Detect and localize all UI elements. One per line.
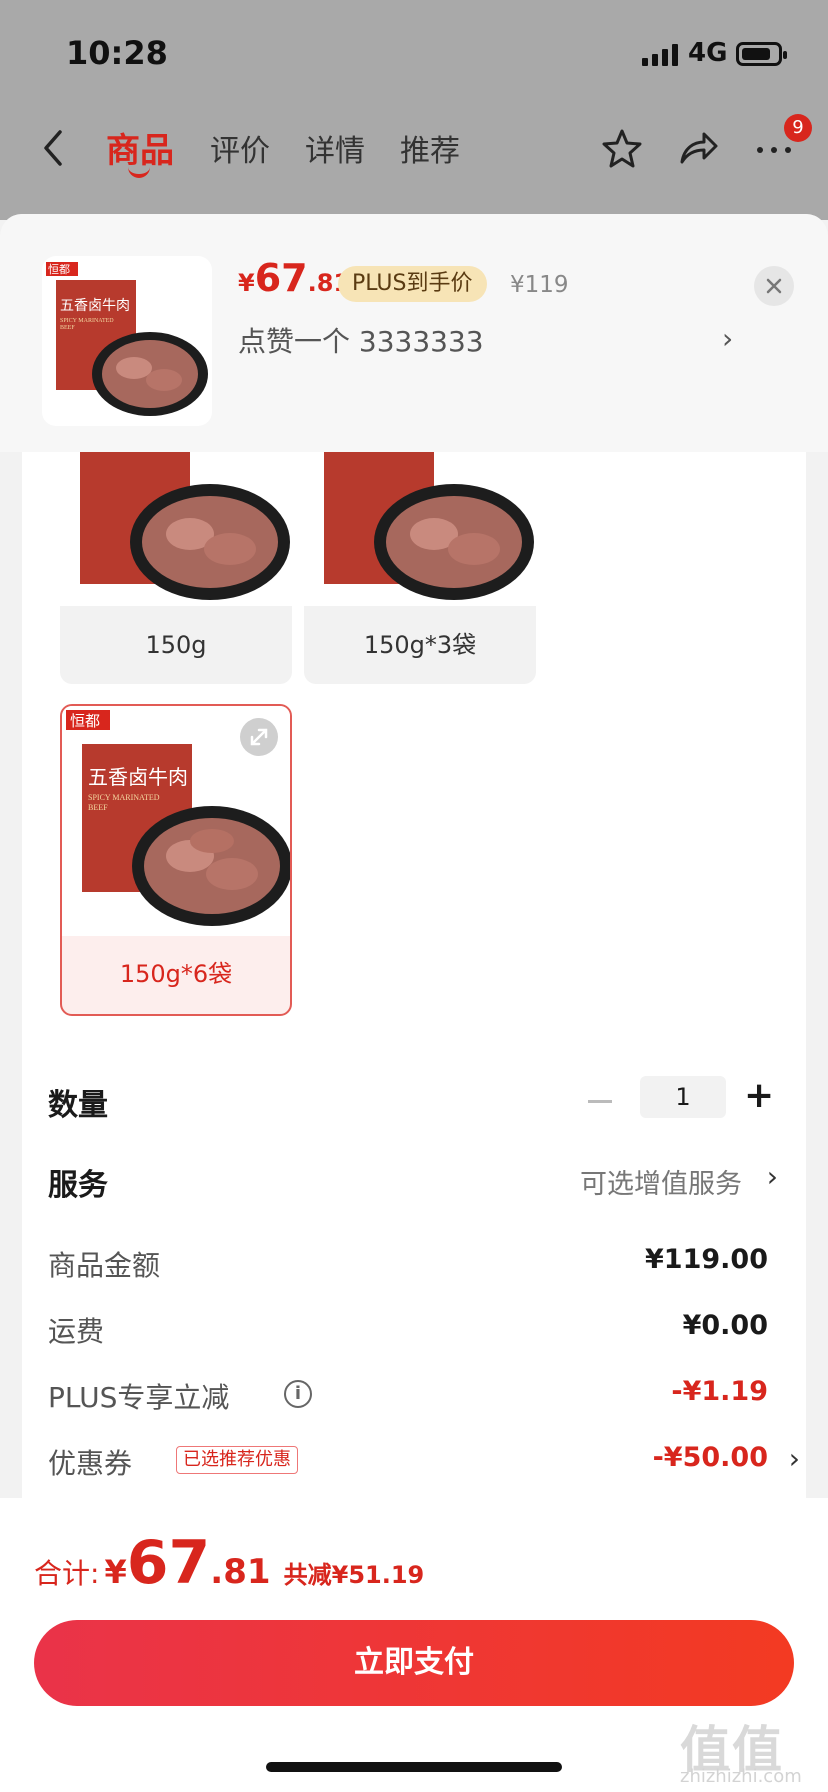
status-time: 10:28 bbox=[66, 34, 168, 72]
chevron-right-icon: › bbox=[722, 322, 734, 355]
total-amount: 合计: ¥67.81 共减¥51.19 bbox=[34, 1528, 424, 1598]
quantity-increase-button[interactable]: + bbox=[744, 1078, 774, 1114]
battery-icon bbox=[736, 42, 787, 66]
price-summary: 商品金额 ¥119.00 运费 ¥0.00 PLUS专享立减 i -¥1.19 … bbox=[22, 1214, 806, 1534]
purchase-sheet: 150g 150g*3袋 恒都 五香卤牛肉 SPICY MARINATED BE… bbox=[0, 214, 828, 1792]
currency-symbol: ¥ bbox=[238, 269, 255, 297]
plus-discount-value: -¥1.19 bbox=[671, 1376, 768, 1407]
total-discount: 共减¥51.19 bbox=[283, 1561, 425, 1589]
back-icon[interactable] bbox=[38, 126, 68, 170]
shipping-label: 运费 bbox=[48, 1315, 105, 1348]
plus-discount-label: PLUS专享立减 bbox=[48, 1381, 230, 1414]
quantity-decrease-button[interactable] bbox=[588, 1100, 612, 1103]
package-subtitle: SPICY MARINATED bbox=[60, 318, 114, 324]
quantity-label: 数量 bbox=[48, 1088, 108, 1123]
home-indicator bbox=[266, 1762, 562, 1772]
sheet-header: 恒都 五香卤牛肉 SPICY MARINATED BEEF ¥67.81 PLU… bbox=[0, 214, 828, 452]
service-label: 服务 bbox=[48, 1168, 108, 1203]
option-label: 150g*6袋 bbox=[119, 960, 233, 988]
active-tab-indicator bbox=[128, 166, 150, 178]
original-price: ¥119 bbox=[510, 272, 569, 298]
total-integer: 67 bbox=[126, 1528, 211, 1598]
brand-logo: 恒都 bbox=[70, 713, 100, 730]
goods-amount-row: 商品金额 ¥119.00 bbox=[48, 1244, 768, 1284]
service-row[interactable]: 服务 可选增值服务 › bbox=[48, 1156, 780, 1206]
plus-price-tag: PLUS到手价 bbox=[338, 266, 487, 302]
star-icon[interactable] bbox=[600, 126, 644, 170]
tab-product[interactable]: 商品 bbox=[106, 123, 174, 172]
shipping-row: 运费 ¥0.00 bbox=[48, 1310, 768, 1350]
total-decimal: .81 bbox=[210, 1552, 271, 1592]
shipping-value: ¥0.00 bbox=[682, 1310, 768, 1341]
chevron-right-icon: › bbox=[766, 1160, 778, 1193]
product-image: 恒都 五香卤牛肉 SPICY MARINATED BEEF bbox=[46, 262, 208, 416]
expand-icon[interactable] bbox=[240, 718, 278, 756]
package-title: 五香卤牛肉 bbox=[60, 297, 130, 313]
package-subtitle-2: BEEF bbox=[88, 803, 108, 812]
tab-reviews[interactable]: 评价 bbox=[210, 126, 270, 170]
close-button[interactable] bbox=[754, 266, 794, 306]
goods-amount-value: ¥119.00 bbox=[645, 1244, 768, 1275]
selected-spec[interactable]: 点赞一个 3333333 bbox=[238, 320, 484, 360]
coupon-label: 优惠券 bbox=[48, 1447, 133, 1480]
option-label: 150g*3袋 bbox=[363, 631, 477, 659]
quantity-row: 数量 1 + bbox=[48, 1076, 780, 1126]
header-price: ¥67.81 bbox=[238, 256, 350, 300]
product-thumbnail: 恒都 五香卤牛肉 SPICY MARINATED BEEF bbox=[42, 256, 212, 426]
price-integer: 67 bbox=[254, 256, 308, 300]
watermark-url: zhizhizhi.com bbox=[680, 1766, 802, 1787]
service-value: 可选增值服务 bbox=[580, 1169, 742, 1200]
top-nav: 商品 评价 详情 推荐 9 bbox=[0, 114, 828, 178]
share-icon[interactable] bbox=[676, 126, 720, 170]
option-label: 150g bbox=[145, 631, 207, 659]
notification-badge: 9 bbox=[784, 114, 812, 142]
chevron-right-icon: › bbox=[788, 1442, 800, 1475]
coupon-row[interactable]: 优惠券 已选推荐优惠 -¥50.00 › bbox=[48, 1442, 800, 1482]
coupon-value: -¥50.00 bbox=[652, 1442, 768, 1473]
status-bar: 10:28 4G bbox=[0, 30, 828, 76]
tab-recommend[interactable]: 推荐 bbox=[400, 126, 460, 170]
goods-amount-label: 商品金额 bbox=[48, 1249, 161, 1282]
coupon-tag: 已选推荐优惠 bbox=[176, 1446, 298, 1474]
package-subtitle-2: BEEF bbox=[60, 325, 75, 331]
package-subtitle: SPICY MARINATED bbox=[88, 793, 160, 802]
checkout-bar: 合计: ¥67.81 共减¥51.19 立即支付 值值值 zhizhizhi.c… bbox=[0, 1498, 828, 1792]
signal-icon bbox=[642, 44, 678, 66]
tab-details[interactable]: 详情 bbox=[305, 126, 365, 170]
info-icon[interactable]: i bbox=[284, 1380, 312, 1408]
pay-now-button[interactable]: 立即支付 bbox=[34, 1620, 794, 1706]
quantity-input[interactable]: 1 bbox=[640, 1076, 726, 1118]
total-symbol: ¥ bbox=[104, 1553, 127, 1591]
option-150g-6[interactable]: 恒都 五香卤牛肉 SPICY MARINATED BEEF 150g*6袋 bbox=[60, 704, 292, 1016]
close-icon bbox=[766, 278, 782, 294]
brand-logo: 恒都 bbox=[48, 263, 70, 276]
total-label: 合计: bbox=[34, 1557, 100, 1590]
plus-discount-row: PLUS专享立减 i -¥1.19 bbox=[48, 1376, 768, 1416]
package-title: 五香卤牛肉 bbox=[88, 766, 188, 789]
network-label: 4G bbox=[688, 38, 728, 68]
